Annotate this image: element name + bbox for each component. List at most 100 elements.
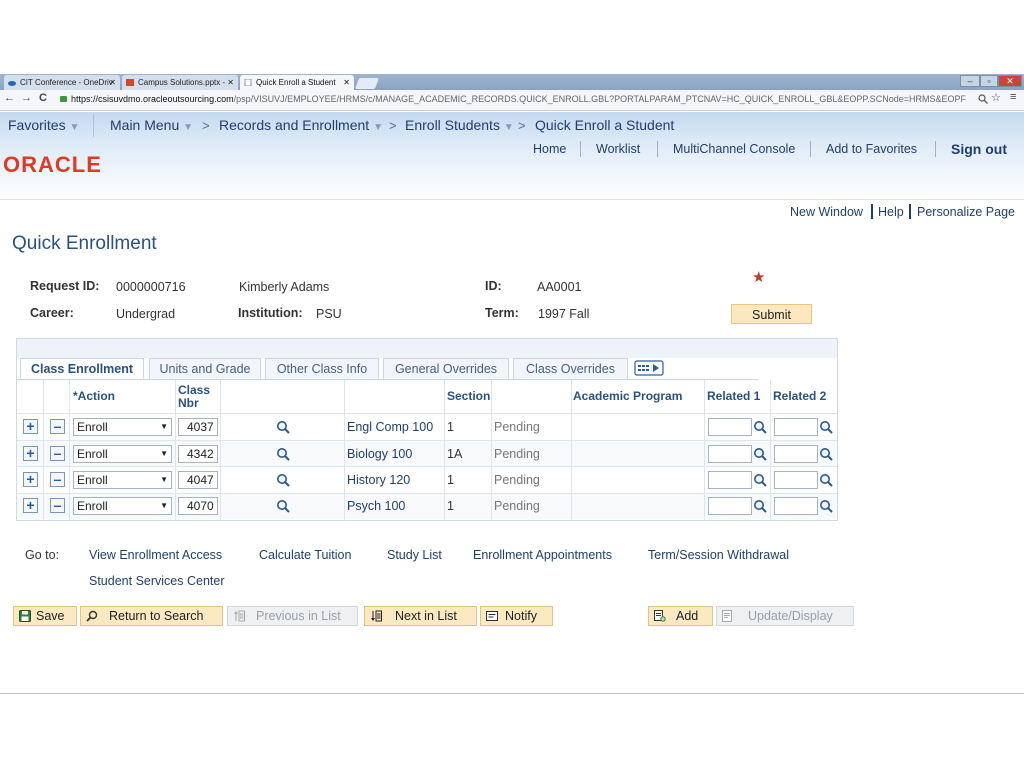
delete-row-button[interactable]: –	[50, 419, 65, 434]
add-button[interactable]: Add	[648, 606, 713, 626]
help-link[interactable]: Help	[878, 205, 904, 219]
close-tab-icon[interactable]: ✕	[227, 75, 234, 90]
menu-bar: Favorites ▼ Main Menu ▼ > Records and En…	[0, 112, 1024, 139]
previous-in-list-button[interactable]: Previous in List	[227, 606, 358, 626]
column-header-related-1: Related 1	[707, 389, 761, 403]
lookup-magnifier-icon[interactable]	[819, 473, 833, 487]
class-description-link[interactable]: Engl Comp 100	[347, 420, 433, 434]
class-nbr-field[interactable]: 4070	[178, 497, 218, 515]
personalize-page-link[interactable]: Personalize Page	[917, 205, 1015, 219]
favorites-menu[interactable]: Favorites ▼	[8, 117, 79, 133]
bookmark-star-icon[interactable]: ☆	[991, 91, 1001, 104]
student-services-center-link[interactable]: Student Services Center	[89, 574, 225, 588]
lookup-magnifier-icon[interactable]	[753, 447, 767, 461]
browser-tab[interactable]: Campus Solutions.pptx - ✕	[122, 75, 238, 90]
add-to-favorites-link[interactable]: Add to Favorites	[826, 142, 917, 156]
related-1-input[interactable]	[708, 497, 752, 515]
main-menu[interactable]: Main Menu ▼	[110, 117, 193, 133]
show-all-columns-icon[interactable]	[634, 360, 664, 376]
action-select[interactable]: Enroll ▼	[73, 418, 172, 436]
delete-row-button[interactable]: –	[50, 472, 65, 487]
worklist-link[interactable]: Worklist	[596, 142, 640, 156]
action-select[interactable]: Enroll ▼	[73, 445, 172, 463]
add-row-button[interactable]: +	[23, 419, 38, 434]
back-arrow-icon[interactable]: ←	[4, 92, 15, 104]
close-tab-icon[interactable]: ✕	[109, 75, 116, 90]
update-display-button[interactable]: Update/Display	[716, 606, 854, 626]
lookup-magnifier-icon[interactable]	[753, 499, 767, 513]
term-session-withdrawal-link[interactable]: Term/Session Withdrawal	[648, 548, 789, 562]
url-field[interactable]: https://csisuvdmo.oracleoutsourcing.com/…	[57, 92, 973, 107]
minimize-icon[interactable]: –	[960, 75, 980, 87]
action-select[interactable]: Enroll ▼	[73, 471, 172, 489]
menu-icon[interactable]: ≡	[1010, 91, 1016, 103]
study-list-link[interactable]: Study List	[387, 548, 442, 562]
maximize-icon[interactable]: ▫	[980, 75, 998, 87]
lookup-magnifier-icon[interactable]	[276, 447, 290, 461]
powerpoint-icon	[126, 79, 134, 86]
add-row-button[interactable]: +	[23, 446, 38, 461]
tab-units-and-grade[interactable]: Units and Grade	[149, 358, 261, 379]
notify-label: Notify	[505, 609, 537, 623]
row-divider	[17, 466, 837, 467]
related-1-input[interactable]	[708, 418, 752, 436]
action-select-value: Enroll	[77, 473, 108, 487]
related-1-input[interactable]	[708, 471, 752, 489]
sign-out-link[interactable]: Sign out	[951, 141, 1007, 157]
class-description-link[interactable]: Biology 100	[347, 447, 412, 461]
lookup-magnifier-icon[interactable]	[819, 420, 833, 434]
status-value: Pending	[494, 447, 540, 461]
lookup-magnifier-icon[interactable]	[819, 499, 833, 513]
enrollment-appointments-link[interactable]: Enrollment Appointments	[473, 548, 612, 562]
lookup-magnifier-icon[interactable]	[819, 447, 833, 461]
class-nbr-field[interactable]: 4037	[178, 418, 218, 436]
zoom-icon[interactable]	[978, 94, 988, 104]
view-enrollment-access-link[interactable]: View Enrollment Access	[89, 548, 222, 562]
tab-other-class-info[interactable]: Other Class Info	[265, 358, 379, 379]
delete-row-button[interactable]: –	[50, 498, 65, 513]
lookup-magnifier-icon[interactable]	[276, 499, 290, 513]
tab-general-overrides[interactable]: General Overrides	[383, 358, 509, 379]
divider	[0, 693, 1024, 694]
action-select[interactable]: Enroll ▼	[73, 497, 172, 515]
next-in-list-button[interactable]: Next in List	[364, 606, 477, 626]
lookup-magnifier-icon[interactable]	[276, 420, 290, 434]
class-description-link[interactable]: Psych 100	[347, 499, 405, 513]
add-row-button[interactable]: +	[23, 472, 38, 487]
lookup-magnifier-icon[interactable]	[276, 473, 290, 487]
related-2-input[interactable]	[774, 471, 818, 489]
class-description-link[interactable]: History 120	[347, 473, 410, 487]
related-2-input[interactable]	[774, 445, 818, 463]
tab-class-enrollment[interactable]: Class Enrollment	[20, 358, 144, 379]
forward-arrow-icon[interactable]: →	[21, 92, 32, 104]
related-2-input[interactable]	[774, 497, 818, 515]
close-window-icon[interactable]: ✕	[998, 75, 1022, 87]
class-nbr-field[interactable]: 4047	[178, 471, 218, 489]
new-tab-button[interactable]	[354, 78, 380, 89]
tab-class-overrides[interactable]: Class Overrides	[513, 358, 628, 379]
browser-tab[interactable]: CIT Conference - OneDriv ✕	[4, 75, 120, 90]
address-bar: ← → C https://csisuvdmo.oracleoutsourcin…	[0, 90, 1024, 111]
home-link[interactable]: Home	[533, 142, 566, 156]
browser-tab-active[interactable]: Quick Enroll a Student ✕	[240, 75, 354, 90]
submit-button[interactable]: Submit	[731, 304, 812, 324]
delete-row-button[interactable]: –	[50, 446, 65, 461]
save-button[interactable]: Save	[13, 606, 77, 626]
lookup-magnifier-icon[interactable]	[753, 420, 767, 434]
new-window-link[interactable]: New Window	[790, 205, 863, 219]
notify-button[interactable]: Notify	[480, 606, 553, 626]
calculate-tuition-link[interactable]: Calculate Tuition	[259, 548, 351, 562]
breadcrumb-records[interactable]: Records and Enrollment ▼	[219, 117, 383, 133]
return-to-search-button[interactable]: Return to Search	[80, 606, 223, 626]
divider	[580, 141, 581, 157]
reload-icon[interactable]: C	[39, 92, 47, 104]
breadcrumb-enroll-students[interactable]: Enroll Students ▼	[405, 117, 514, 133]
multichannel-console-link[interactable]: MultiChannel Console	[673, 142, 795, 156]
close-tab-icon[interactable]: ✕	[343, 75, 350, 90]
lookup-magnifier-icon[interactable]	[753, 473, 767, 487]
related-1-input[interactable]	[708, 445, 752, 463]
class-nbr-field[interactable]: 4342	[178, 445, 218, 463]
add-row-button[interactable]: +	[23, 498, 38, 513]
related-2-input[interactable]	[774, 418, 818, 436]
status-value: Pending	[494, 473, 540, 487]
